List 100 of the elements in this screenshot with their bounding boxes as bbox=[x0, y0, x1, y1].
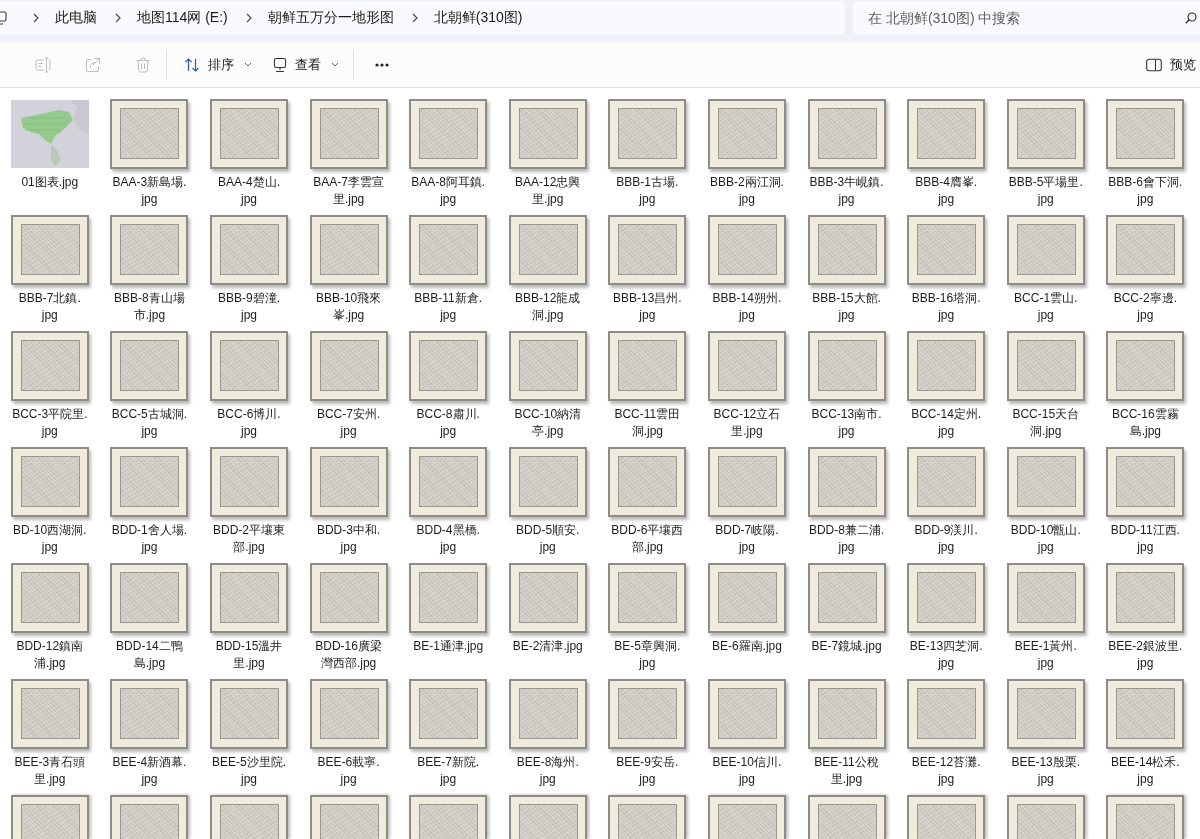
file-name[interactable]: BDD-2平壤東部.jpg bbox=[210, 522, 288, 555]
map-thumbnail[interactable] bbox=[907, 99, 986, 169]
map-thumbnail[interactable] bbox=[309, 679, 388, 749]
file-name[interactable]: 01图表.jpg bbox=[21, 174, 79, 191]
file-name[interactable]: BBB-14朔州.jpg bbox=[708, 290, 786, 323]
map-thumbnail[interactable] bbox=[807, 679, 886, 749]
map-thumbnail[interactable] bbox=[508, 795, 587, 839]
map-thumbnail[interactable] bbox=[907, 563, 986, 633]
map-thumbnail[interactable] bbox=[10, 215, 89, 285]
file-name[interactable]: BDD-5順安.jpg bbox=[509, 522, 587, 555]
map-thumbnail[interactable] bbox=[608, 795, 687, 839]
map-thumbnail[interactable] bbox=[1006, 563, 1085, 633]
map-thumbnail[interactable] bbox=[508, 99, 587, 169]
file-name[interactable]: BBB-10飛來峯.jpg bbox=[310, 290, 388, 323]
file-name[interactable]: BEE-8海州.jpg bbox=[509, 754, 587, 787]
file-name[interactable]: BCC-3平院里.jpg bbox=[11, 406, 89, 439]
file-name[interactable]: BE-7鏡城.jpg bbox=[811, 638, 882, 655]
file-name[interactable]: BAA-12忠興里.jpg bbox=[509, 174, 587, 207]
breadcrumb-item[interactable]: 此电脑 bbox=[45, 4, 105, 31]
breadcrumb-item[interactable]: 朝鲜五万分一地形图 bbox=[257, 4, 402, 31]
breadcrumb-item[interactable]: 北朝鲜(310图) bbox=[423, 4, 531, 31]
file-name[interactable]: BBB-11新倉.jpg bbox=[409, 290, 487, 323]
file-name[interactable]: BEE-5沙里院.jpg bbox=[210, 754, 288, 787]
file-name[interactable]: BEE-1黃州.jpg bbox=[1007, 638, 1085, 671]
map-thumbnail[interactable] bbox=[508, 563, 587, 633]
map-thumbnail[interactable] bbox=[1006, 215, 1085, 285]
file-name[interactable]: BBB-6會下洞.jpg bbox=[1106, 174, 1184, 207]
search-field[interactable]: 在 北朝鲜(310图) 中搜索 bbox=[853, 1, 1200, 34]
map-thumbnail[interactable] bbox=[110, 447, 189, 517]
file-name[interactable]: BDD-8兼二浦.jpg bbox=[808, 522, 886, 555]
map-thumbnail[interactable] bbox=[907, 447, 986, 517]
file-name[interactable]: BDD-14二鴨島.jpg bbox=[110, 638, 188, 671]
file-name[interactable]: BAA-4楚山.jpg bbox=[210, 174, 288, 207]
map-thumbnail[interactable] bbox=[807, 215, 886, 285]
file-name[interactable]: BEE-2銀波里.jpg bbox=[1106, 638, 1184, 671]
file-name[interactable]: BDD-7岐陽.jpg bbox=[708, 522, 786, 555]
map-thumbnail[interactable] bbox=[1006, 331, 1085, 401]
map-thumbnail[interactable] bbox=[608, 99, 687, 169]
file-name[interactable]: BCC-7安州.jpg bbox=[310, 406, 388, 439]
file-name[interactable]: BEE-13殷栗.jpg bbox=[1007, 754, 1085, 787]
file-name[interactable]: BAA-7李雲宣里.jpg bbox=[310, 174, 388, 207]
file-name[interactable]: BDD-4黑橋.jpg bbox=[409, 522, 487, 555]
map-thumbnail[interactable] bbox=[707, 447, 786, 517]
map-thumbnail[interactable] bbox=[409, 215, 488, 285]
map-thumbnail[interactable] bbox=[807, 99, 886, 169]
map-thumbnail[interactable] bbox=[707, 679, 786, 749]
file-name[interactable]: BBB-2兩江洞.jpg bbox=[708, 174, 786, 207]
map-thumbnail[interactable] bbox=[608, 679, 687, 749]
map-thumbnail[interactable] bbox=[608, 331, 687, 401]
file-name[interactable]: BCC-14定州.jpg bbox=[907, 406, 985, 439]
file-name[interactable]: BBB-7北鎮.jpg bbox=[11, 290, 89, 323]
file-name[interactable]: BEE-6載寧.jpg bbox=[310, 754, 388, 787]
file-name[interactable]: BEE-9安岳.jpg bbox=[608, 754, 686, 787]
file-name[interactable]: BEE-12苔灘.jpg bbox=[907, 754, 985, 787]
map-thumbnail[interactable] bbox=[807, 795, 886, 839]
map-thumbnail[interactable] bbox=[10, 795, 89, 839]
file-name[interactable]: BDD-15溫井里.jpg bbox=[210, 638, 288, 671]
map-thumbnail[interactable] bbox=[210, 563, 288, 633]
map-thumbnail[interactable] bbox=[10, 331, 89, 401]
map-thumbnail[interactable] bbox=[1006, 795, 1085, 839]
index-map-thumbnail[interactable] bbox=[10, 100, 89, 168]
file-name[interactable]: BBB-3牛峴鎮.jpg bbox=[808, 174, 886, 207]
file-name[interactable]: BCC-2寧邊.jpg bbox=[1106, 290, 1184, 323]
file-name[interactable]: BBB-9碧潼.jpg bbox=[210, 290, 288, 323]
file-name[interactable]: BDD-6平壤西部.jpg bbox=[608, 522, 686, 555]
map-thumbnail[interactable] bbox=[210, 331, 288, 401]
file-name[interactable]: BBB-4膺峯.jpg bbox=[907, 174, 985, 207]
file-name[interactable]: BDD-10甑山.jpg bbox=[1007, 522, 1085, 555]
file-name[interactable]: BBB-16塔洞.jpg bbox=[907, 290, 985, 323]
file-name[interactable]: BE-13四芝洞.jpg bbox=[907, 638, 985, 671]
file-name[interactable]: BDD-1舍人場.jpg bbox=[110, 522, 188, 555]
map-thumbnail[interactable] bbox=[1106, 679, 1185, 749]
map-thumbnail[interactable] bbox=[807, 563, 886, 633]
map-thumbnail[interactable] bbox=[608, 215, 687, 285]
map-thumbnail[interactable] bbox=[110, 679, 189, 749]
breadcrumb-item[interactable]: 地图114网 (E:) bbox=[127, 4, 236, 31]
address-bar[interactable]: 此电脑 地图114网 (E:) 朝鲜五万分一地形图 北朝鲜(310图) bbox=[0, 1, 845, 34]
file-name[interactable]: BE-2清津.jpg bbox=[512, 638, 583, 655]
map-thumbnail[interactable] bbox=[10, 679, 89, 749]
file-name[interactable]: BE-6羅南.jpg bbox=[711, 638, 782, 655]
file-name[interactable]: BCC-8肅川.jpg bbox=[409, 406, 487, 439]
map-thumbnail[interactable] bbox=[508, 447, 587, 517]
file-name[interactable]: BEE-14松禾.jpg bbox=[1106, 754, 1184, 787]
map-thumbnail[interactable] bbox=[508, 215, 587, 285]
map-thumbnail[interactable] bbox=[210, 447, 288, 517]
map-thumbnail[interactable] bbox=[907, 331, 986, 401]
file-name[interactable]: BE-5章興洞.jpg bbox=[608, 638, 686, 671]
file-name[interactable]: BEE-10信川.jpg bbox=[708, 754, 786, 787]
map-thumbnail[interactable] bbox=[807, 331, 886, 401]
map-thumbnail[interactable] bbox=[608, 447, 687, 517]
file-name[interactable]: BBB-13昌州.jpg bbox=[608, 290, 686, 323]
map-thumbnail[interactable] bbox=[309, 447, 388, 517]
file-name[interactable]: BCC-15天台洞.jpg bbox=[1007, 406, 1085, 439]
map-thumbnail[interactable] bbox=[807, 447, 886, 517]
map-thumbnail[interactable] bbox=[309, 331, 388, 401]
map-thumbnail[interactable] bbox=[10, 563, 89, 633]
file-name[interactable]: BEE-11公稅里.jpg bbox=[808, 754, 886, 787]
map-thumbnail[interactable] bbox=[707, 215, 786, 285]
map-thumbnail[interactable] bbox=[409, 795, 488, 839]
map-thumbnail[interactable] bbox=[1106, 99, 1185, 169]
